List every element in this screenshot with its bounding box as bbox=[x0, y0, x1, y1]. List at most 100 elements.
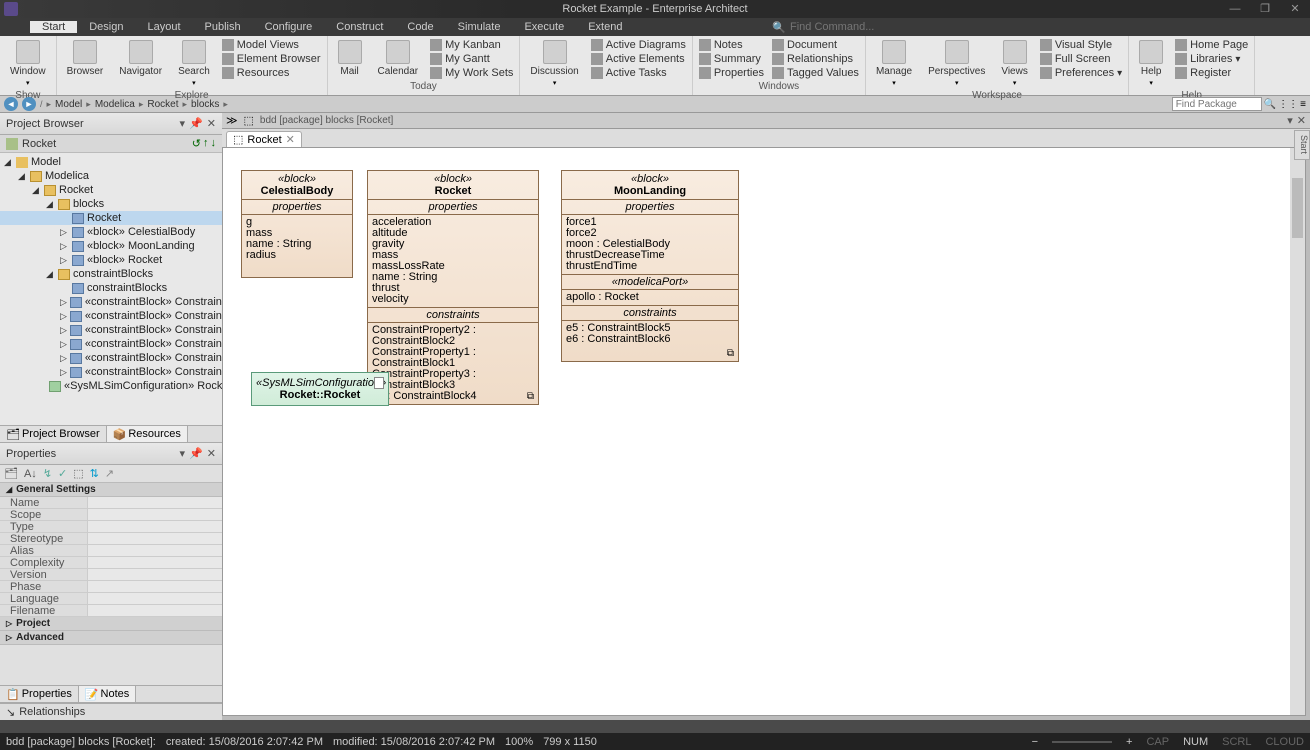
property-row[interactable]: Stereotype bbox=[0, 533, 222, 545]
tree-row[interactable]: ▷«constraintBlock» ConstraintBlock6 bbox=[0, 365, 222, 379]
expand-icon[interactable]: ▷ bbox=[60, 353, 67, 364]
tree-row[interactable]: ◢blocks bbox=[0, 197, 222, 211]
preferences-button[interactable]: Preferences ▾ bbox=[1038, 66, 1124, 80]
props-tool3[interactable]: ↯ bbox=[43, 467, 52, 480]
tree-row[interactable]: ▷«constraintBlock» ConstraintBlock1 bbox=[0, 295, 222, 309]
property-row[interactable]: Name bbox=[0, 497, 222, 509]
menu-extend[interactable]: Extend bbox=[576, 21, 634, 33]
worksets-button[interactable]: My Work Sets bbox=[428, 66, 515, 80]
visual-style-button[interactable]: Visual Style bbox=[1038, 38, 1124, 52]
scroll-thumb[interactable] bbox=[1292, 178, 1303, 238]
menu-simulate[interactable]: Simulate bbox=[446, 21, 513, 33]
expand-icon[interactable]: ▷ bbox=[60, 339, 67, 350]
props-dropdown-icon[interactable]: ▾ bbox=[180, 447, 186, 460]
tab-project-browser[interactable]: 🗂Project Browser bbox=[0, 426, 107, 442]
fullscreen-button[interactable]: Full Screen bbox=[1038, 52, 1124, 66]
expand-icon[interactable]: ▷ bbox=[60, 227, 69, 238]
prop-value[interactable] bbox=[88, 593, 222, 604]
crumb-modelica[interactable]: Modelica bbox=[95, 99, 135, 110]
model-views-button[interactable]: Model Views bbox=[220, 38, 323, 52]
expand-icon[interactable]: ◢ bbox=[46, 269, 55, 280]
prop-value[interactable] bbox=[88, 521, 222, 532]
register-button[interactable]: Register bbox=[1173, 66, 1250, 80]
tree-row[interactable]: ▷«constraintBlock» ConstraintBlock2 bbox=[0, 309, 222, 323]
help-button[interactable]: Help▾ bbox=[1133, 38, 1169, 89]
property-row[interactable]: Complexity bbox=[0, 557, 222, 569]
expand-icon[interactable]: ◢ bbox=[32, 185, 41, 196]
perspectives-button[interactable]: Perspectives▾ bbox=[922, 38, 991, 89]
diagram-canvas[interactable]: «block»CelestialBody properties gmassnam… bbox=[222, 147, 1306, 716]
find-package-search-icon[interactable]: 🔍 bbox=[1264, 99, 1276, 110]
props-tool7[interactable]: ↗ bbox=[105, 467, 114, 480]
nav-fwd-button[interactable]: ► bbox=[22, 97, 36, 111]
libraries-button[interactable]: Libraries ▾ bbox=[1173, 52, 1250, 66]
ctx-down-icon[interactable]: ↑ bbox=[203, 137, 209, 150]
props-tool4[interactable]: ✓ bbox=[58, 467, 67, 480]
window-button[interactable]: Window▾ bbox=[4, 38, 52, 89]
canvas-close-icon[interactable]: ✕ bbox=[1297, 114, 1306, 127]
menu-layout[interactable]: Layout bbox=[135, 21, 192, 33]
zoom-out-icon[interactable]: − bbox=[1032, 736, 1038, 748]
property-row[interactable]: Type bbox=[0, 521, 222, 533]
prop-section-advanced[interactable]: Advanced bbox=[0, 631, 222, 645]
document-button[interactable]: Document bbox=[770, 38, 861, 52]
canvas-dropdown-icon[interactable]: ▾ bbox=[1287, 114, 1293, 127]
search-button[interactable]: Search▾ bbox=[172, 38, 216, 89]
canvas-scrollbar-v[interactable]: ▴ bbox=[1290, 148, 1305, 715]
doc-tab-rocket[interactable]: ⬚ Rocket ✕ bbox=[226, 131, 302, 147]
property-row[interactable]: Language bbox=[0, 593, 222, 605]
relationships-bar[interactable]: ↘Relationships bbox=[0, 703, 222, 720]
gantt-button[interactable]: My Gantt bbox=[428, 52, 515, 66]
menu-publish[interactable]: Publish bbox=[193, 21, 253, 33]
expand-icon[interactable]: ▷ bbox=[60, 325, 67, 336]
tree-row[interactable]: ◢Rocket bbox=[0, 183, 222, 197]
expand-icon[interactable]: ◢ bbox=[18, 171, 27, 182]
prop-section-project[interactable]: Project bbox=[0, 617, 222, 631]
mail-button[interactable]: Mail bbox=[332, 38, 368, 79]
prop-value[interactable] bbox=[88, 509, 222, 520]
panel-close-icon[interactable]: ✕ bbox=[207, 117, 216, 130]
summary-button[interactable]: Summary bbox=[697, 52, 766, 66]
element-browser-button[interactable]: Element Browser bbox=[220, 52, 323, 66]
kanban-button[interactable]: My Kanban bbox=[428, 38, 515, 52]
props-pin-icon[interactable]: 📌 bbox=[189, 447, 203, 460]
simconfig-rocket[interactable]: «SysMLSimConfiguration» Rocket::Rocket bbox=[251, 372, 389, 406]
tree-row[interactable]: ◢Model bbox=[0, 155, 222, 169]
expand-icon[interactable]: ▷ bbox=[60, 367, 67, 378]
block-celestialbody[interactable]: «block»CelestialBody properties gmassnam… bbox=[241, 170, 353, 278]
canvas-overflow-icon[interactable]: ≫ bbox=[226, 114, 238, 127]
props-tool1[interactable]: 🗂 bbox=[4, 467, 18, 480]
menu-start[interactable]: Start bbox=[30, 21, 77, 33]
nav-back-button[interactable]: ◄ bbox=[4, 97, 18, 111]
active-elements-button[interactable]: Active Elements bbox=[589, 52, 688, 66]
active-tasks-button[interactable]: Active Tasks bbox=[589, 66, 688, 80]
panel-dropdown-icon[interactable]: ▾ bbox=[180, 117, 186, 130]
expand-icon[interactable]: ◢ bbox=[4, 157, 13, 168]
active-diagrams-button[interactable]: Active Diagrams bbox=[589, 38, 688, 52]
home-page-button[interactable]: Home Page bbox=[1173, 38, 1250, 52]
block-moonlanding[interactable]: «block»MoonLanding properties force1forc… bbox=[561, 170, 739, 362]
tree-row[interactable]: ▷«block» Rocket bbox=[0, 253, 222, 267]
props-tool2[interactable]: A↓ bbox=[24, 468, 37, 480]
views-button[interactable]: Views▾ bbox=[995, 38, 1034, 89]
expand-icon[interactable]: ▷ bbox=[60, 241, 69, 252]
find-package-input[interactable] bbox=[1172, 97, 1262, 111]
tree-row[interactable]: «SysMLSimConfiguration» Rocket bbox=[0, 379, 222, 393]
discussion-button[interactable]: Discussion▾ bbox=[524, 38, 584, 89]
menu-execute[interactable]: Execute bbox=[512, 21, 576, 33]
property-row[interactable]: Phase bbox=[0, 581, 222, 593]
calendar-button[interactable]: Calendar bbox=[372, 38, 425, 79]
find-package-menu-icon[interactable]: ≡ bbox=[1300, 99, 1306, 110]
crumb-blocks[interactable]: blocks bbox=[191, 99, 219, 110]
tree-row[interactable]: constraintBlocks bbox=[0, 281, 222, 295]
property-row[interactable]: Scope bbox=[0, 509, 222, 521]
menu-construct[interactable]: Construct bbox=[324, 21, 395, 33]
close-button[interactable]: ✕ bbox=[1280, 0, 1310, 18]
menu-code[interactable]: Code bbox=[395, 21, 445, 33]
props-tool6[interactable]: ⇅ bbox=[90, 467, 99, 480]
property-row[interactable]: Alias bbox=[0, 545, 222, 557]
expand-icon[interactable]: ◢ bbox=[46, 199, 55, 210]
block-rocket[interactable]: «block»Rocket properties accelerationalt… bbox=[367, 170, 539, 405]
tab-notes[interactable]: 📝Notes bbox=[79, 686, 136, 702]
doc-tab-close-icon[interactable]: ✕ bbox=[286, 133, 295, 146]
